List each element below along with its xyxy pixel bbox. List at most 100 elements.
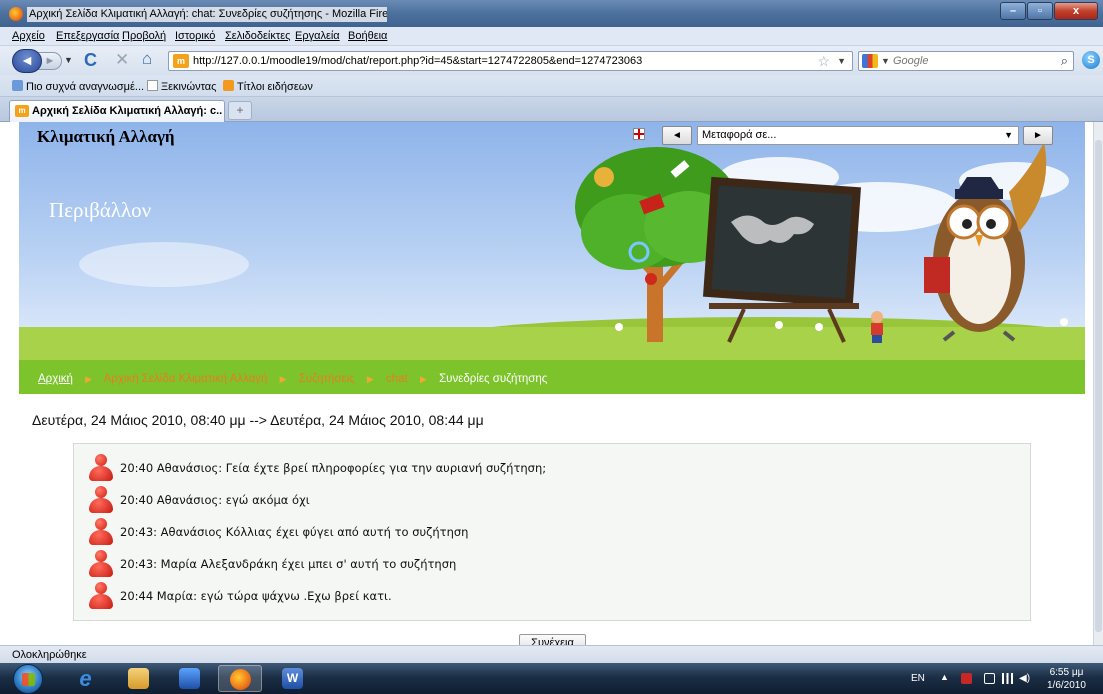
breadcrumb-chat-link[interactable]: chat [386,373,408,385]
page-icon [147,80,158,91]
menu-file[interactable]: Αρχείο [12,30,45,42]
window-title-bar: Αρχική Σελίδα Κλιματική Αλλαγή: chat: Συ… [0,0,1103,27]
breadcrumb-separator-icon: ▶ [279,374,287,384]
bookmark-getting-started[interactable]: Ξεκινώντας [147,80,216,93]
menu-help[interactable]: Βοήθεια [348,30,387,42]
jump-next-button[interactable]: ► [1023,126,1053,145]
stop-icon[interactable]: ✕ [115,50,129,70]
firefox-logo-icon [9,7,23,21]
chat-message-text: 20:40 Αθανάσιος: εγώ ακόμα όχι [120,493,310,507]
menu-bar: Αρχείο Επεξεργασία Προβολή Ιστορικό Σελι… [0,27,1103,46]
power-icon[interactable] [984,673,995,684]
start-button[interactable] [13,664,43,694]
chat-message: 20:43: Αθανάσιος Κόλλιας έχει φύγει από … [88,518,988,546]
clock-date: 1/6/2010 [1047,680,1086,691]
owl-illustration [924,142,1047,342]
status-text: Ολοκληρώθηκε [12,649,87,661]
word-icon: W [282,668,303,689]
bookmark-label: Ξεκινώντας [161,81,217,93]
home-icon[interactable]: ⌂ [142,49,152,69]
chat-message: 20:40 Αθανάσιος: εγώ ακόμα όχι [88,486,988,514]
address-url[interactable]: http://127.0.0.1/moodle19/mod/chat/repor… [193,55,642,67]
breadcrumb-separator-icon: ▶ [85,374,93,384]
scrollbar-thumb[interactable] [1095,140,1102,632]
taskbar-internet-explorer[interactable]: e [64,665,108,692]
firefox-icon [230,669,251,690]
child-illustration [871,311,883,343]
windows-taskbar: e W EN ▲ ◀) 6:55 μμ 1/6/2010 [0,663,1103,694]
search-input[interactable] [891,53,1041,69]
maximize-button[interactable]: ▫ [1027,2,1053,20]
media-player-icon [179,668,200,689]
url-dropdown-icon[interactable]: ▼ [837,56,846,66]
navigation-toolbar: ► ◄ ▼ C ✕ ⌂ m http://127.0.0.1/moodle19/… [0,46,1103,75]
close-button[interactable]: x [1054,2,1098,20]
chat-message-text: 20:43: Μαρία Αλεξανδράκη έχει μπει σ' αυ… [120,557,457,571]
clock-time: 6:55 μμ [1049,667,1084,678]
back-button[interactable]: ◄ [12,49,42,73]
search-box[interactable]: ▼ ⌕ [858,51,1074,71]
volume-icon[interactable]: ◀) [1019,673,1030,684]
taskbar-explorer[interactable] [117,665,161,692]
user-avatar-icon [88,518,114,546]
search-engine-dropdown-icon[interactable]: ▼ [881,56,890,66]
site-subtitle: Περιβάλλον [49,198,152,222]
menu-edit[interactable]: Επεξεργασία [56,30,119,42]
search-engine-icon[interactable] [862,54,878,68]
chat-message-text: 20:44 Μαρία: εγώ τώρα ψάχνω .Εχω βρεί κα… [120,589,392,603]
chat-message: 20:44 Μαρία: εγώ τώρα ψάχνω .Εχω βρεί κα… [88,582,988,610]
chat-messages-box: 20:40 Αθανάσιος: Γεία έχτε βρεί πληροφορ… [73,443,1031,621]
search-icon[interactable]: ⌕ [1061,53,1068,69]
folder-icon [128,668,149,689]
menu-tools[interactable]: Εργαλεία [295,30,340,42]
menu-view[interactable]: Προβολή [122,30,166,42]
tab-favicon-icon: m [15,105,29,117]
rss-feed-icon [223,80,234,91]
history-dropdown-icon[interactable]: ▼ [64,55,73,65]
taskbar-media-player[interactable] [168,665,212,692]
menu-history[interactable]: Ιστορικό [175,30,215,42]
bookmark-news-headlines[interactable]: Τίτλοι ειδήσεων [223,80,313,93]
add-to-calendar-icon[interactable] [633,128,645,140]
window-controls: – ▫ x [999,2,1098,20]
chat-message: 20:40 Αθανάσιος: Γεία έχτε βρεί πληροφορ… [88,454,988,482]
jump-to-select[interactable]: Μεταφορά σε... ▼ [697,126,1019,145]
show-hidden-icons-icon[interactable]: ▲ [940,672,949,682]
cloud-decoration [79,242,249,287]
site-favicon-icon: m [173,54,189,68]
skype-icon[interactable]: S [1082,51,1100,69]
reload-icon[interactable]: C [84,50,97,71]
breadcrumb-chats-link[interactable]: Συζητήσεις [299,373,355,385]
bookmark-most-visited[interactable]: Πιο συχνά αναγνωσμέ... [12,80,144,93]
chat-message: 20:43: Μαρία Αλεξανδράκη έχει μπει σ' αυ… [88,550,988,578]
bookmarks-toolbar: Πιο συχνά αναγνωσμέ... Ξεκινώντας Τίτλοι… [0,75,1103,97]
page-viewport: Κλιματική Αλλαγή Περιβάλλον ◄ Μεταφορά σ… [0,122,1093,645]
breadcrumb-course-link[interactable]: Αρχική Σελίδα Κλιματική Αλλαγή [104,373,268,385]
jump-previous-button[interactable]: ◄ [662,126,692,145]
breadcrumb-bar: Αρχική ▶ Αρχική Σελίδα Κλιματική Αλλαγή … [19,360,1085,394]
network-signal-icon[interactable] [1002,673,1013,684]
breadcrumb-separator-icon: ▶ [419,374,427,384]
clock[interactable]: 6:55 μμ 1/6/2010 [1047,666,1086,692]
user-avatar-icon [88,486,114,514]
bookmark-star-icon[interactable]: ☆ [817,53,830,70]
tab-active[interactable]: m Αρχική Σελίδα Κλιματική Αλλαγή: c... [9,100,225,122]
menu-bookmarks[interactable]: Σελιδοδείκτες [225,30,290,42]
taskbar-firefox[interactable] [218,665,262,692]
language-indicator[interactable]: EN [911,673,925,684]
user-avatar-icon [88,582,114,610]
continue-button[interactable]: Συνέχεια [519,634,586,645]
action-center-flag-icon[interactable] [961,673,972,684]
breadcrumb-separator-icon: ▶ [366,374,374,384]
minimize-button[interactable]: – [1000,2,1026,20]
taskbar-word[interactable]: W [271,665,315,692]
user-avatar-icon [88,454,114,482]
session-heading: Δευτέρα, 24 Μάιος 2010, 08:40 μμ --> Δευ… [32,412,484,428]
user-avatar-icon [88,550,114,578]
vertical-scrollbar[interactable] [1093,122,1103,645]
new-tab-button[interactable]: + [228,101,252,120]
bookmark-label: Πιο συχνά αναγνωσμέ... [26,81,145,93]
status-bar: Ολοκληρώθηκε [0,645,1103,663]
address-bar[interactable]: m http://127.0.0.1/moodle19/mod/chat/rep… [168,51,853,71]
breadcrumb-home-link[interactable]: Αρχική [38,373,73,385]
